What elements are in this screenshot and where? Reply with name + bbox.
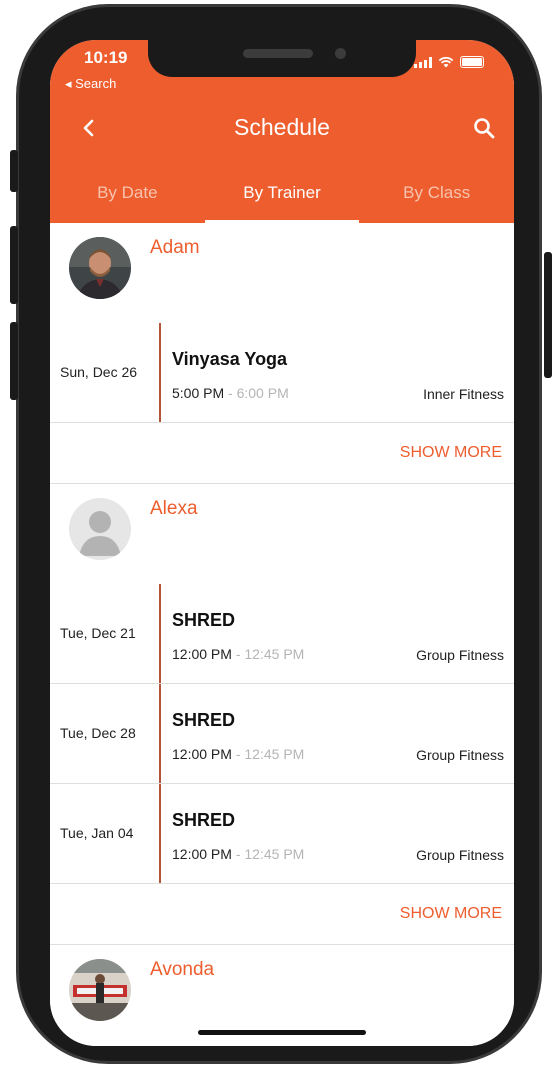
session-start: 12:00 PM: [172, 746, 232, 762]
session-end: 12:45 PM: [244, 846, 305, 862]
trainer-list[interactable]: Adam Sun, Dec 26 Vinyasa Yoga 5:00 PM - …: [50, 223, 514, 1046]
power-button: [544, 252, 552, 378]
show-more-button[interactable]: SHOW MORE: [50, 884, 514, 945]
notch: [148, 40, 416, 77]
session-end: 12:45 PM: [244, 746, 305, 762]
session-row[interactable]: Tue, Jan 04 SHRED 12:00 PM - 12:45 PM Gr…: [50, 784, 514, 884]
session-class: SHRED: [172, 710, 236, 730]
show-more-button[interactable]: SHOW MORE: [50, 423, 514, 484]
trainer-header[interactable]: Avonda: [50, 945, 514, 1025]
session-class: SHRED: [172, 610, 236, 630]
signal-icon: [414, 57, 432, 68]
session-date: Tue, Dec 21: [60, 625, 136, 641]
page-title: Schedule: [234, 114, 330, 140]
tab-by-date[interactable]: By Date: [50, 170, 205, 223]
trainer-name: Adam: [150, 237, 200, 258]
session-list: Sun, Dec 26 Vinyasa Yoga 5:00 PM - 6:00 …: [50, 323, 514, 423]
avatar: [69, 959, 131, 1021]
trainer-name: Avonda: [150, 959, 215, 980]
trainer-name: Alexa: [150, 498, 198, 519]
session-divider: [159, 784, 161, 883]
app-header: 10:19 ◂ Search Schedule By Date By Train…: [50, 40, 514, 223]
session-list: Tue, Dec 21 SHRED 12:00 PM - 12:45 PM Gr…: [50, 584, 514, 884]
session-date: Tue, Jan 04: [60, 825, 134, 841]
front-camera: [335, 48, 346, 59]
session-start: 5:00 PM: [172, 385, 225, 401]
trainer-header[interactable]: Adam: [50, 223, 514, 303]
home-indicator[interactable]: [198, 1030, 366, 1035]
session-row[interactable]: Sun, Dec 26 Vinyasa Yoga 5:00 PM - 6:00 …: [50, 323, 514, 423]
trainer-section-alexa: Alexa Tue, Dec 21 SHRED 12:00 PM - 12:45…: [50, 484, 514, 945]
session-start: 12:00 PM: [172, 846, 232, 862]
session-location: Group Fitness: [416, 747, 504, 763]
search-icon[interactable]: [472, 116, 496, 140]
session-divider: [159, 684, 161, 783]
status-icons: [414, 56, 484, 68]
back-to-search-link[interactable]: ◂ Search: [65, 76, 116, 92]
session-end: 6:00 PM: [236, 385, 289, 401]
mute-switch: [10, 150, 18, 192]
session-location: Group Fitness: [416, 847, 504, 863]
trainer-section-avonda: Avonda: [50, 945, 514, 1025]
session-divider: [159, 323, 161, 422]
avatar: [69, 498, 131, 560]
avatar: [69, 237, 131, 299]
session-date: Sun, Dec 26: [60, 364, 138, 380]
session-start: 12:00 PM: [172, 646, 232, 662]
tab-by-class[interactable]: By Class: [359, 170, 514, 223]
speaker: [243, 49, 313, 58]
battery-icon: [460, 56, 484, 68]
status-time: 10:19: [84, 48, 128, 67]
trainer-header[interactable]: Alexa: [50, 484, 514, 564]
app-screen: 10:19 ◂ Search Schedule By Date By Train…: [50, 40, 514, 1046]
session-class: SHRED: [172, 810, 236, 830]
session-location: Group Fitness: [416, 647, 504, 663]
session-date: Tue, Dec 28: [60, 725, 136, 741]
volume-up-button: [10, 226, 18, 304]
session-location: Inner Fitness: [423, 386, 504, 402]
session-time: 12:00 PM - 12:45 PM: [172, 646, 305, 662]
session-class: Vinyasa Yoga: [172, 349, 288, 369]
session-row[interactable]: Tue, Dec 21 SHRED 12:00 PM - 12:45 PM Gr…: [50, 584, 514, 684]
session-end: 12:45 PM: [244, 646, 305, 662]
wifi-icon: [438, 56, 454, 68]
session-time: 12:00 PM - 12:45 PM: [172, 746, 305, 762]
session-divider: [159, 584, 161, 683]
tab-by-trainer[interactable]: By Trainer: [204, 170, 360, 223]
session-time: 12:00 PM - 12:45 PM: [172, 846, 305, 862]
tab-bar: By Date By Trainer By Class: [50, 170, 514, 223]
trainer-section-adam: Adam Sun, Dec 26 Vinyasa Yoga 5:00 PM - …: [50, 223, 514, 484]
volume-down-button: [10, 322, 18, 400]
session-time: 5:00 PM - 6:00 PM: [172, 385, 289, 401]
session-row[interactable]: Tue, Dec 28 SHRED 12:00 PM - 12:45 PM Gr…: [50, 684, 514, 784]
